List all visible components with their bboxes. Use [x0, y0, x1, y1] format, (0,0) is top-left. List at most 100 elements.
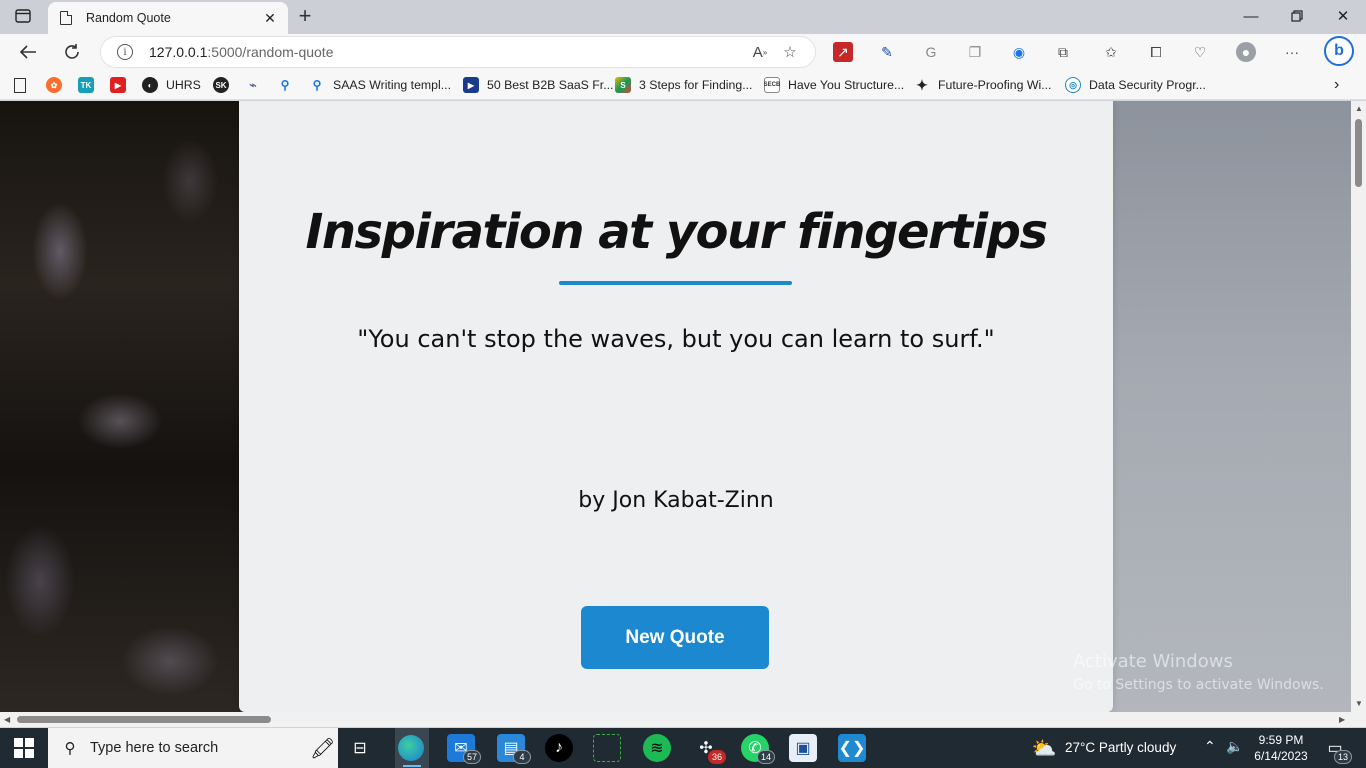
app-badge: 4: [513, 750, 531, 764]
quote-author: by Jon Kabat-Zinn: [578, 488, 774, 513]
restore-button[interactable]: [1274, 0, 1320, 32]
background-image-left: [0, 101, 240, 712]
bookmark-label: SAAS Writing templ...: [333, 78, 451, 92]
bookmark-wave-icon[interactable]: ⌁: [245, 75, 269, 95]
activate-windows-subtext: Go to Settings to activate Windows.: [1073, 677, 1324, 693]
more-menu-icon[interactable]: ···: [1282, 42, 1302, 62]
bookmark-label: Have You Structure...: [788, 78, 905, 92]
page-icon: [60, 11, 72, 25]
mail-icon[interactable]: ✉ 57: [447, 734, 481, 764]
notifications-icon[interactable]: ▭ 13: [1322, 734, 1352, 764]
bookmark-saas-writing[interactable]: ⚲ SAAS Writing templ...: [309, 75, 451, 95]
scrollbar-corner: [1351, 712, 1366, 727]
bookmark-youtube-icon[interactable]: ▶: [110, 75, 134, 95]
bookmark-b2b-saas[interactable]: ▶ 50 Best B2B SaaS Fr...: [463, 75, 613, 95]
system-clock[interactable]: 9:59 PM 6/14/2023: [1247, 732, 1315, 764]
bookmark-sk-icon[interactable]: SK: [213, 75, 237, 95]
bookmark-uhrs[interactable]: ◐ UHRS: [142, 75, 201, 95]
new-quote-button[interactable]: New Quote: [581, 606, 769, 669]
bookmark-data-security[interactable]: ◎ Data Security Progr...: [1065, 75, 1206, 95]
site-info-icon[interactable]: i: [117, 44, 133, 60]
scroll-down-icon[interactable]: ▼: [1355, 699, 1363, 708]
scroll-up-icon[interactable]: ▲: [1355, 104, 1363, 113]
bookmark-brave-icon[interactable]: ✿: [46, 75, 70, 95]
scroll-left-icon[interactable]: ◀: [4, 715, 10, 724]
extension-copy-icon[interactable]: ❐: [965, 42, 985, 62]
navigation-bar: i 127.0.0.1:5000/random-quote A» ☆ ↗ ✎ G…: [0, 34, 1366, 70]
address-bar[interactable]: i 127.0.0.1:5000/random-quote A» ☆: [100, 36, 816, 68]
taskbar: ⚲ Type here to search 🖍 ⊟ ✉ 57 ▤ 4 ♪ ≋ ✣ 36…: [0, 728, 1366, 768]
back-arrow-icon[interactable]: [14, 38, 42, 66]
tiktok-icon[interactable]: ♪: [545, 734, 573, 762]
clock-date: 6/14/2023: [1254, 749, 1308, 763]
collections-icon[interactable]: ⧠: [1146, 42, 1166, 62]
page-viewport: Inspiration at your fingertips "You can'…: [0, 101, 1351, 712]
horizontal-scroll-thumb[interactable]: [17, 716, 271, 723]
weather-text[interactable]: 27°C Partly cloudy: [1065, 740, 1176, 755]
bookmark-page-icon[interactable]: [14, 75, 26, 95]
new-tab-button[interactable]: +: [292, 3, 318, 28]
read-aloud-icon[interactable]: A»: [745, 40, 775, 64]
weather-icon[interactable]: ⛅: [1030, 734, 1058, 762]
close-window-button[interactable]: ✕: [1320, 0, 1366, 32]
url-host: 127.0.0.1: [149, 44, 208, 60]
bookmark-search-icon[interactable]: ⚲: [277, 75, 301, 95]
performance-icon[interactable]: ♡: [1190, 42, 1210, 62]
notifications-badge: 13: [1334, 750, 1352, 764]
search-placeholder: Type here to search: [90, 740, 219, 756]
extension-g-icon[interactable]: G: [921, 42, 941, 62]
vscode-icon[interactable]: ❮❯: [838, 734, 866, 762]
tab-strip: Random Quote ✕ + — ✕: [0, 0, 1366, 34]
search-highlight-icon[interactable]: 🖍: [310, 736, 335, 761]
bookmark-3-steps[interactable]: S3 Steps for Finding...: [615, 75, 752, 95]
url-text[interactable]: 127.0.0.1:5000/random-quote: [149, 44, 745, 60]
extension-arrow-icon[interactable]: ↗: [833, 42, 853, 62]
quote-card: Inspiration at your fingertips "You can'…: [239, 101, 1113, 712]
remote-desktop-icon[interactable]: ▣: [789, 734, 817, 762]
background-image-right: [1113, 101, 1351, 712]
slack-badge: 36: [708, 750, 726, 764]
extension-google-icon[interactable]: ◉: [1009, 42, 1029, 62]
windows-start-icon[interactable]: [14, 738, 34, 758]
favorites-icon[interactable]: ✩: [1101, 42, 1121, 62]
search-icon: ⚲: [64, 740, 76, 757]
tab-title: Random Quote: [86, 11, 171, 25]
clock-time: 9:59 PM: [1258, 733, 1304, 747]
bookmark-label: 50 Best B2B SaaS Fr...: [487, 78, 614, 92]
bookmark-label: Data Security Progr...: [1089, 78, 1206, 92]
taskbar-search[interactable]: ⚲ Type here to search 🖍: [48, 728, 338, 768]
slack-icon[interactable]: ✣ 36: [692, 734, 726, 764]
scroll-right-icon[interactable]: ▶: [1339, 715, 1345, 724]
whatsapp-badge: 14: [757, 750, 775, 764]
whatsapp-icon[interactable]: ✆ 14: [741, 734, 775, 764]
minimize-button[interactable]: —: [1228, 0, 1274, 32]
task-view-icon[interactable]: ⊟: [346, 734, 374, 762]
bookmark-tk-icon[interactable]: TK: [78, 75, 102, 95]
app-grid-icon[interactable]: [593, 734, 621, 762]
vertical-scroll-thumb[interactable]: [1355, 119, 1362, 187]
tray-chevron-up-icon[interactable]: ⌃: [1204, 738, 1216, 755]
favorite-star-icon[interactable]: ☆: [775, 40, 805, 64]
url-path: :5000/random-quote: [207, 44, 334, 60]
extensions-puzzle-icon[interactable]: ⧉: [1053, 42, 1073, 62]
spotify-icon[interactable]: ≋: [643, 734, 671, 762]
bookmark-future-proofing[interactable]: ✦ Future-Proofing Wi...: [914, 75, 1051, 95]
bookmark-have-you-structure[interactable]: SECB Have You Structure...: [764, 75, 904, 95]
speaker-icon[interactable]: 🔈: [1226, 738, 1243, 755]
edge-browser-icon[interactable]: [398, 735, 424, 761]
horizontal-scrollbar[interactable]: ◀ ▶: [0, 712, 1351, 727]
profile-avatar-icon[interactable]: ●: [1236, 42, 1256, 62]
vertical-scrollbar[interactable]: ▲ ▼: [1351, 101, 1366, 712]
refresh-icon[interactable]: [58, 38, 86, 66]
tab-actions-icon[interactable]: [12, 6, 34, 26]
store-icon[interactable]: ▤ 4: [497, 734, 531, 764]
bookmark-label: 3 Steps for Finding...: [639, 78, 753, 92]
tab-random-quote[interactable]: Random Quote ✕: [48, 2, 288, 34]
bookmarks-overflow-chevron-icon[interactable]: ›: [1334, 75, 1339, 95]
extension-pen-icon[interactable]: ✎: [877, 42, 897, 62]
bing-copilot-icon[interactable]: b: [1324, 36, 1354, 66]
close-tab-icon[interactable]: ✕: [258, 8, 282, 28]
quote-text: "You can't stop the waves, but you can l…: [357, 325, 995, 353]
bookmark-label: UHRS: [166, 78, 201, 92]
title-underline: [559, 281, 792, 285]
